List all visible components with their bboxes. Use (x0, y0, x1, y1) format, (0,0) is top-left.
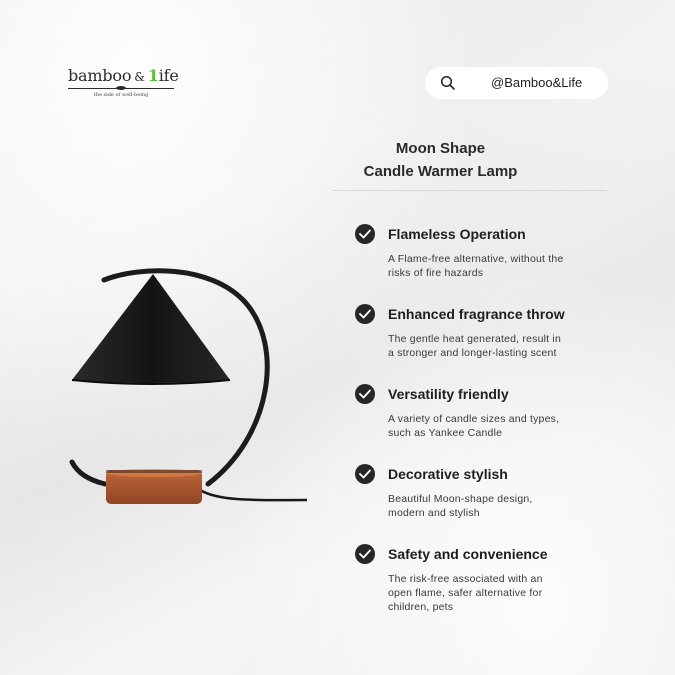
feature-description: The gentle heat generated, result in a s… (388, 332, 593, 360)
feature-desc-line: children, pets (388, 601, 454, 613)
check-circle-icon (355, 464, 375, 484)
feature-title: Decorative stylish (388, 466, 508, 482)
check-circle-icon (355, 544, 375, 564)
feature-title: Safety and convenience (388, 546, 548, 562)
title-divider (332, 190, 607, 191)
brand-logo: bamboo & 1 ife the side of well-being (68, 66, 179, 98)
feature-desc-line: The risk-free associated with an (388, 573, 543, 585)
feature-desc-line: The gentle heat generated, result in (388, 333, 561, 345)
check-circle-icon (355, 384, 375, 404)
feature-desc-line: a stronger and longer-lasting scent (388, 347, 557, 359)
logo-wordmark: bamboo & 1 ife (68, 66, 179, 85)
logo-ampersand: & (134, 70, 145, 84)
logo-divider (68, 88, 174, 89)
candle-warmer-lamp-image (69, 268, 308, 504)
feature-description: The risk-free associated with an open fl… (388, 572, 593, 614)
feature-desc-line: A Flame-free alternative, without the (388, 253, 564, 265)
power-cord (199, 488, 308, 502)
check-circle-icon (355, 304, 375, 324)
feature-desc-line: risks of fire hazards (388, 267, 484, 279)
logo-tagline: the side of well-being (93, 92, 149, 98)
feature-description: Beautiful Moon-shape design, modern and … (388, 492, 593, 520)
product-title-line2: Candle Warmer Lamp (363, 163, 518, 180)
search-icon[interactable] (440, 75, 456, 91)
logo-word-part1: bamboo (68, 66, 132, 85)
social-handle: @Bamboo&Life (491, 75, 583, 90)
feature-desc-line: modern and stylish (388, 507, 480, 519)
feature-title: Flameless Operation (388, 226, 526, 242)
feature-title: Versatility friendly (388, 386, 509, 402)
feature-description: A Flame-free alternative, without the ri… (388, 252, 593, 280)
product-title: Moon Shape Candle Warmer Lamp (332, 137, 607, 183)
check-circle-icon (355, 224, 375, 244)
base-arm (69, 459, 108, 487)
base-rim (106, 470, 202, 473)
logo-accent-letter: 1 (147, 66, 159, 85)
feature-desc-line: Beautiful Moon-shape design, (388, 493, 533, 505)
lamp-shade (72, 274, 230, 383)
feature-desc-line: open flame, safer alternative for (388, 587, 543, 599)
product-title-line1: Moon Shape (395, 140, 486, 157)
feature-description: A variety of candle sizes and types, suc… (388, 412, 593, 440)
feature-title: Enhanced fragrance throw (388, 306, 565, 322)
social-handle-search-bar[interactable]: @Bamboo&Life (425, 67, 608, 99)
feature-desc-line: A variety of candle sizes and types, (388, 413, 560, 425)
logo-word-part2: ife (158, 66, 179, 85)
feature-desc-line: such as Yankee Candle (388, 427, 503, 439)
